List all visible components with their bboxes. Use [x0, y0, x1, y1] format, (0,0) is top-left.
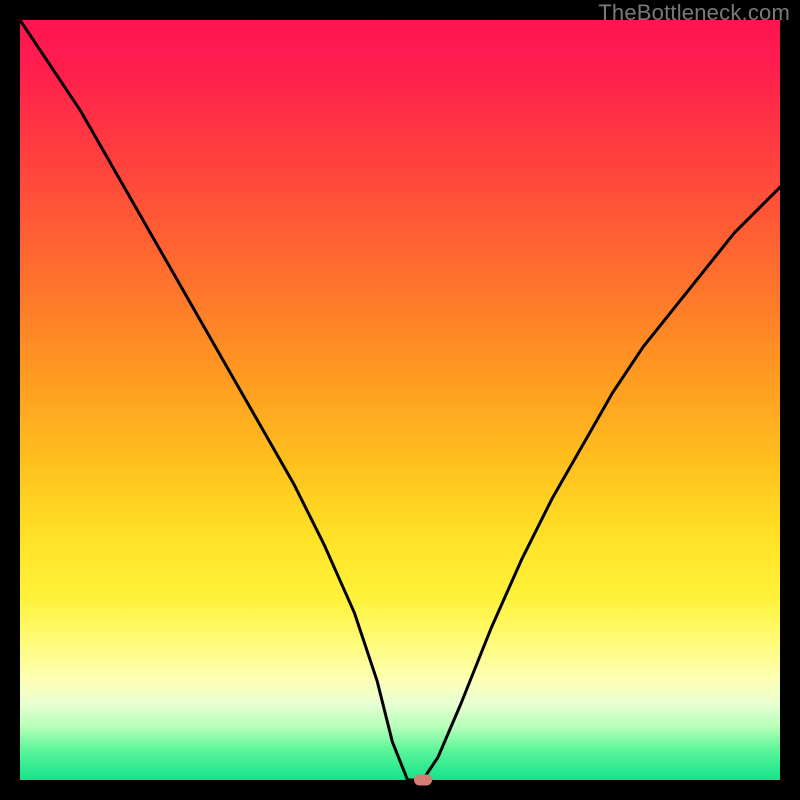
bottleneck-curve [20, 20, 780, 780]
curve-path [20, 20, 780, 780]
plot-area [20, 20, 780, 780]
optimal-point-marker [414, 775, 432, 786]
chart-frame: TheBottleneck.com [0, 0, 800, 800]
